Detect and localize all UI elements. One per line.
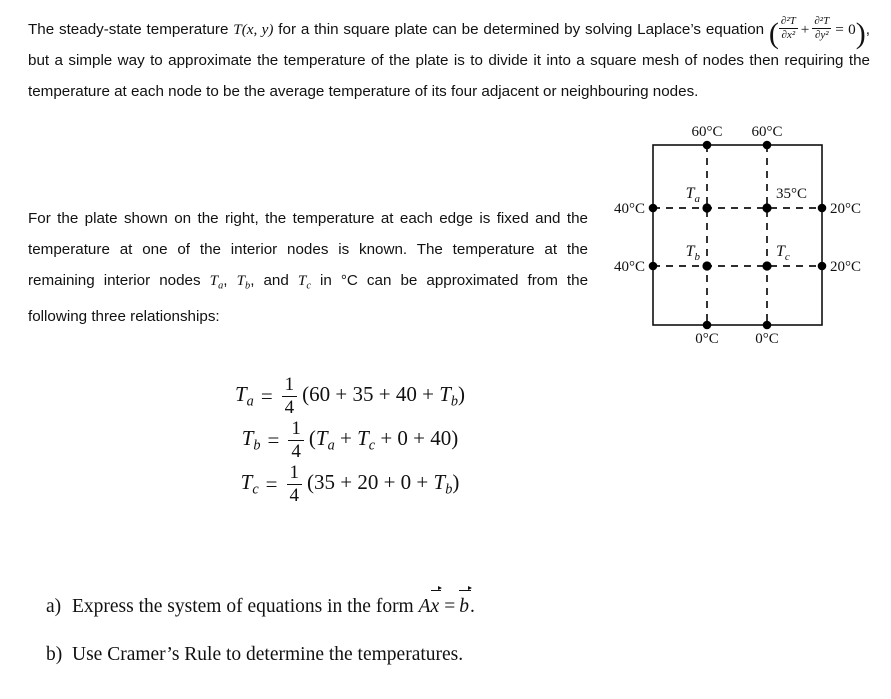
question-a: a) Express the system of equations in th… xyxy=(46,585,475,618)
matrix-A-symbol: A xyxy=(418,596,431,617)
label-node-a: Ta xyxy=(686,185,701,205)
equation-Ta: Ta = 1 4 (60 + 35 + 40 + Tb) xyxy=(0,374,700,418)
equation-Tb: Tb = 1 4 (Ta + Tc + 0 + 40) xyxy=(0,418,700,462)
equation-Tc: Tc = 1 4 (35 + 20 + 0 + Tb) xyxy=(0,462,700,506)
equation-list: Ta = 1 4 (60 + 35 + 40 + Tb) Tb = 1 4 (T… xyxy=(0,374,700,506)
label-node-b: Tb xyxy=(686,243,701,263)
vector-b-symbol: b xyxy=(459,585,472,617)
intro-text-lead: The steady-state temperature xyxy=(28,21,234,38)
equation-Ta-one-quarter: 1 4 xyxy=(281,374,298,418)
temperature-function-symbol: T xyxy=(233,21,242,38)
equation-Tb-rhs: (Ta + Tc + 0 + 40) xyxy=(308,425,459,454)
setup-paragraph: For the plate shown on the right, the te… xyxy=(28,203,588,332)
partial-d2T-dy2-fraction: ∂²T ∂y² xyxy=(812,15,832,42)
setup-comma-1: , xyxy=(223,272,237,289)
label-right-lower-temp: 20°C xyxy=(830,259,861,275)
equation-Ta-lhs: Ta xyxy=(234,381,254,410)
plate-node-diagram: 60°C 60°C 40°C 40°C 20°C 20°C 0°C 0°C Ta… xyxy=(590,110,891,355)
plus-operator: + xyxy=(800,21,810,38)
plate-boundary-square xyxy=(652,144,823,326)
var-Tb: T xyxy=(236,272,246,289)
question-a-equals: = xyxy=(444,596,456,617)
question-a-label: a) xyxy=(46,596,62,617)
node-left-lower xyxy=(648,261,658,271)
label-top-right-temp: 60°C xyxy=(751,124,782,140)
label-left-upper-temp: 40°C xyxy=(614,201,645,217)
laplace-equation: (∂²T ∂x² + ∂²T ∂y² = 0) xyxy=(769,16,866,49)
question-b: b) Use Cramer’s Rule to determine the te… xyxy=(46,644,475,666)
label-bottom-left-temp: 0°C xyxy=(695,331,719,347)
label-top-left-temp: 60°C xyxy=(691,124,722,140)
node-interior-c xyxy=(762,261,772,271)
node-left-upper xyxy=(648,203,658,213)
equation-Tc-rhs: (35 + 20 + 0 + Tb) xyxy=(307,469,460,498)
node-interior-b xyxy=(702,261,712,271)
equation-Tc-one-quarter: 1 4 xyxy=(286,462,302,506)
equation-Tb-one-quarter: 1 4 xyxy=(288,418,304,462)
node-top-right xyxy=(762,140,772,150)
equation-Tc-lhs: Tc xyxy=(240,469,259,498)
node-bottom-right xyxy=(762,320,772,330)
node-interior-known-35 xyxy=(762,203,772,213)
var-Ta: T xyxy=(209,272,219,289)
node-right-lower xyxy=(817,261,827,271)
setup-and: , and xyxy=(250,272,298,289)
label-left-lower-temp: 40°C xyxy=(614,259,645,275)
equation-Tc-equals: = xyxy=(265,471,278,496)
question-list: a) Express the system of equations in th… xyxy=(46,585,475,692)
node-top-left xyxy=(702,140,712,150)
question-b-label: b) xyxy=(46,644,63,665)
temperature-function-args: (x, y) xyxy=(241,21,274,38)
equation-Ta-equals: = xyxy=(260,383,273,408)
close-paren: ) xyxy=(855,17,866,50)
label-bottom-right-temp: 0°C xyxy=(755,331,779,347)
label-node-c: Tc xyxy=(776,243,790,263)
equation-Tb-equals: = xyxy=(267,427,280,452)
intro-paragraph: The steady-state temperature T(x, y) for… xyxy=(28,14,870,107)
equation-Ta-rhs: (60 + 35 + 40 + Tb) xyxy=(302,381,466,410)
open-paren: ( xyxy=(768,17,779,50)
question-b-text: Use Cramer’s Rule to determine the tempe… xyxy=(72,644,464,665)
question-a-text: Express the system of equations in the f… xyxy=(72,585,475,617)
label-right-upper-temp: 20°C xyxy=(830,201,861,217)
partial-d2T-dx2-fraction: ∂²T ∂x² xyxy=(778,15,798,42)
equals-zero: = 0 xyxy=(835,21,856,38)
node-bottom-left xyxy=(702,320,712,330)
node-right-upper xyxy=(817,203,827,213)
node-interior-a xyxy=(702,203,712,213)
label-node-known-35: 35°C xyxy=(776,186,807,202)
equation-Tb-lhs: Tb xyxy=(241,425,261,454)
vector-x-symbol: x xyxy=(430,585,442,617)
intro-text-mid: for a thin square plate can be determine… xyxy=(273,21,769,38)
